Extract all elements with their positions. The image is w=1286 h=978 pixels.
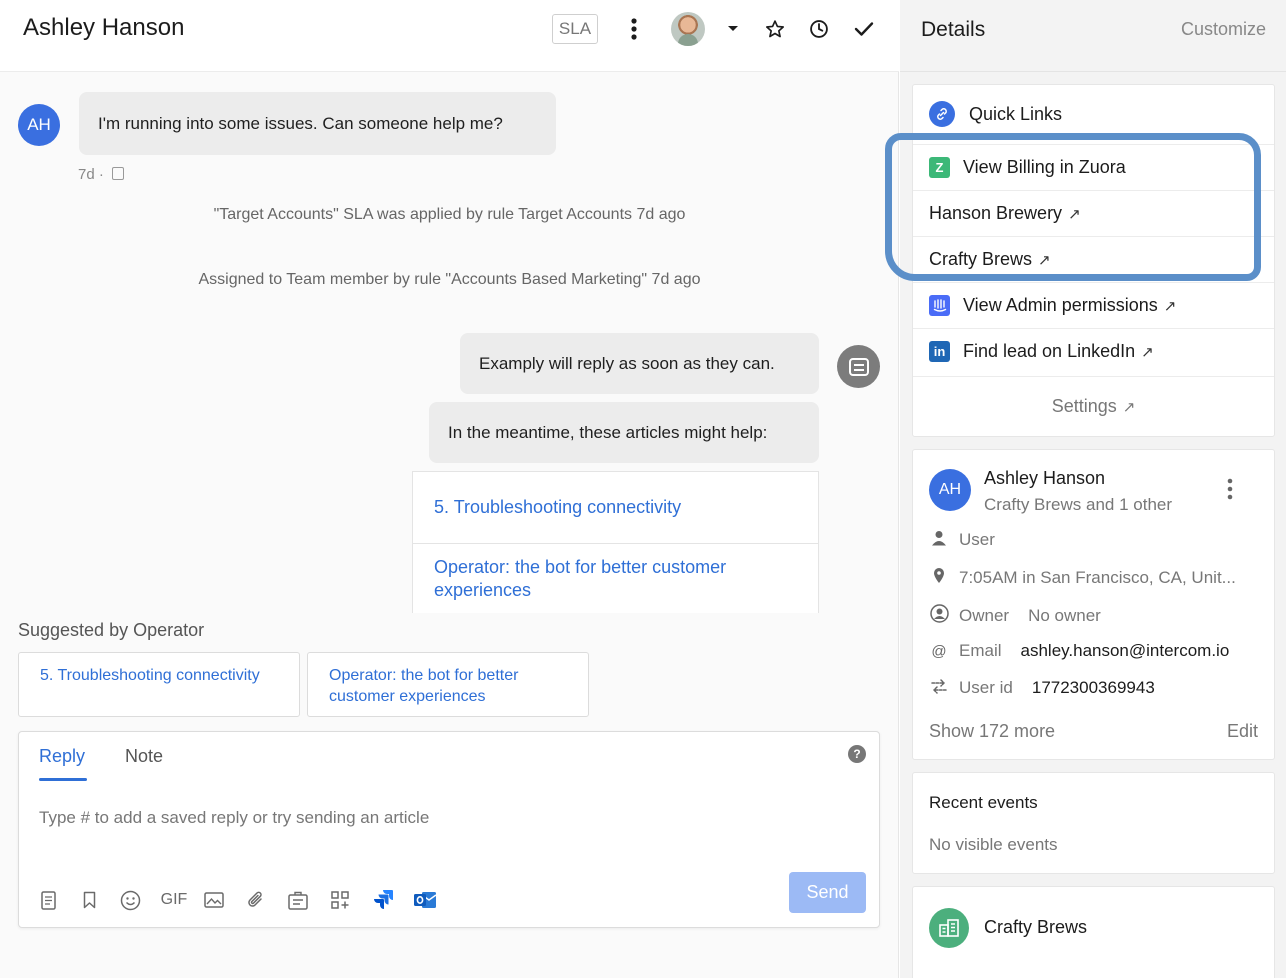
assignee-dropdown-icon[interactable] — [716, 12, 750, 46]
user-message-text: I'm running into some issues. Can someon… — [98, 113, 503, 133]
more-options-icon[interactable] — [617, 12, 651, 46]
linkedin-icon: in — [929, 341, 950, 362]
suggested-article[interactable]: 5. Troubleshooting connectivity — [18, 652, 300, 717]
send-button[interactable]: Send — [789, 872, 866, 913]
link-chain-icon — [929, 101, 955, 127]
attr-label: User id — [959, 678, 1013, 697]
suggested-article[interactable]: Operator: the bot for better customer ex… — [307, 652, 589, 717]
tab-reply[interactable]: Reply — [39, 746, 88, 781]
attr-owner[interactable]: Owner No owner — [929, 604, 1101, 627]
quick-link-label: View Admin permissions — [963, 295, 1158, 315]
owner-icon — [929, 604, 949, 627]
snooze-clock-icon[interactable] — [802, 12, 836, 46]
event-sla-applied: "Target Accounts" SLA was applied by rul… — [213, 206, 686, 223]
suggested-label: Suggested by Operator — [18, 620, 205, 640]
attr-value[interactable]: ashley.hanson@intercom.io — [1021, 641, 1230, 661]
conversation-pane: Ashley Hanson SLA AH I'm running into so… — [0, 0, 899, 978]
tab-note[interactable]: Note — [125, 746, 163, 767]
intercom-icon — [929, 295, 950, 316]
quick-links-title: Quick Links — [969, 103, 1063, 124]
message-meta: 7d · — [78, 166, 125, 183]
attr-location: 7:05AM in San Francisco, CA, Unit... — [929, 567, 1236, 588]
close-conversation-check-icon[interactable] — [847, 12, 881, 46]
attr-label: 7:05AM in San Francisco, CA, Unit... — [959, 567, 1236, 587]
user-avatar[interactable]: AH — [18, 104, 60, 146]
suggested-article-title: 5. Troubleshooting connectivity — [40, 667, 260, 684]
attr-user-type: User — [929, 530, 995, 550]
article-link[interactable]: 5. Troubleshooting connectivity — [412, 471, 819, 544]
star-icon[interactable] — [758, 12, 792, 46]
company-card: Crafty Brews — [912, 886, 1275, 978]
image-icon[interactable] — [202, 888, 226, 912]
help-icon[interactable]: ? — [848, 745, 866, 763]
external-link-icon: ↗ — [1122, 398, 1136, 416]
bot-message-text: Examply will reply as soon as they can. — [479, 353, 775, 373]
seen-icon — [112, 167, 125, 180]
apps-grid-icon[interactable] — [328, 888, 352, 912]
attr-value: No owner — [1028, 605, 1101, 625]
recent-events-empty: No visible events — [929, 835, 1058, 854]
attr-label: Owner — [959, 605, 1010, 625]
bot-avatar — [837, 345, 880, 388]
quick-links-header: Quick Links — [929, 101, 1062, 127]
attr-label: Email — [959, 641, 1002, 660]
details-title: Details — [921, 18, 986, 41]
details-header: Details Customize — [900, 0, 1286, 72]
attr-user-id: User id 1772300369943 — [929, 678, 1155, 698]
annotation-highlight-outline — [885, 133, 1261, 281]
user-card: AH Ashley Hanson Crafty Brews and 1 othe… — [912, 449, 1275, 760]
recent-events-title: Recent events — [929, 793, 1038, 812]
attr-label: User — [959, 530, 995, 549]
outlook-icon[interactable] — [413, 888, 437, 912]
conversation-title: Ashley Hanson — [23, 14, 185, 41]
user-card-name[interactable]: Ashley Hanson — [984, 468, 1105, 489]
bot-message-bubble: In the meantime, these articles might he… — [429, 402, 819, 463]
reply-composer: Reply Note ? Type # to add a saved reply… — [18, 731, 880, 928]
quick-link-label: Find lead on LinkedIn — [963, 341, 1136, 361]
external-link-icon: ↗ — [1163, 297, 1177, 315]
company-name[interactable]: Crafty Brews — [984, 917, 1087, 938]
edit-link[interactable]: Edit — [1227, 721, 1258, 742]
event-assigned: Assigned to Team member by rule "Account… — [198, 271, 701, 288]
conversation-header: Ashley Hanson SLA — [0, 0, 899, 72]
attr-email[interactable]: @ Email ashley.hanson@intercom.io — [929, 641, 1229, 661]
user-id-icon — [929, 678, 949, 698]
person-icon — [929, 530, 949, 550]
bookmark-icon[interactable] — [77, 888, 101, 912]
attachment-icon[interactable] — [244, 888, 268, 912]
message-age: 7d · — [78, 166, 104, 183]
gif-icon[interactable]: GIF — [159, 888, 189, 912]
user-card-subtitle[interactable]: Crafty Brews and 1 other — [984, 495, 1172, 515]
quick-link-linkedin[interactable]: in Find lead on LinkedIn ↗ — [913, 328, 1274, 374]
emoji-icon[interactable] — [118, 888, 142, 912]
article-title: Operator: the bot for better customer ex… — [434, 556, 727, 600]
external-link-icon: ↗ — [1141, 343, 1154, 361]
suggested-article-title: Operator: the bot for better customer ex… — [329, 667, 519, 705]
company-building-icon — [929, 908, 969, 948]
sla-badge[interactable]: SLA — [552, 14, 598, 44]
jira-icon[interactable] — [371, 888, 395, 912]
recent-events-card: Recent events No visible events — [912, 772, 1275, 874]
location-pin-icon — [929, 567, 949, 588]
article-title: 5. Troubleshooting connectivity — [434, 497, 682, 517]
settings-label: Settings — [1051, 396, 1117, 416]
bot-icon — [848, 357, 869, 376]
reply-input[interactable]: Type # to add a saved reply or try sendi… — [39, 808, 429, 828]
quick-link-admin-permissions[interactable]: View Admin permissions ↗ — [913, 282, 1274, 328]
customize-link[interactable]: Customize — [1181, 19, 1266, 40]
user-card-menu-icon[interactable] — [1227, 478, 1233, 505]
user-card-avatar[interactable]: AH — [929, 469, 971, 511]
saved-reply-icon[interactable] — [36, 888, 60, 912]
bot-message-bubble: Examply will reply as soon as they can. — [460, 333, 819, 394]
article-insert-icon[interactable] — [286, 888, 310, 912]
user-message-bubble: I'm running into some issues. Can someon… — [79, 92, 556, 155]
quick-links-settings[interactable]: Settings ↗ — [913, 376, 1274, 436]
at-icon: @ — [931, 642, 947, 660]
show-more-link[interactable]: Show 172 more — [929, 721, 1055, 742]
article-link[interactable]: Operator: the bot for better customer ex… — [412, 543, 819, 613]
assignee-avatar[interactable] — [671, 12, 705, 46]
attr-value: 1772300369943 — [1031, 678, 1155, 697]
bot-message-text: In the meantime, these articles might he… — [448, 422, 768, 442]
